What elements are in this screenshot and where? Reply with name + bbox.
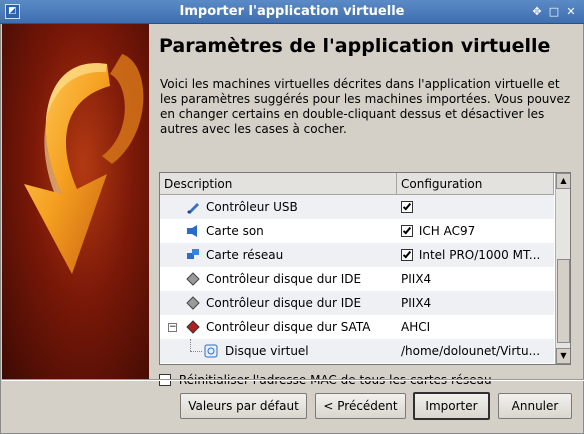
window-title: Importer l'application virtuelle	[179, 4, 405, 19]
table-row[interactable]: − Contrôleur disque dur SATA AHCI	[160, 315, 554, 339]
cancel-button[interactable]: Annuler	[498, 393, 572, 419]
title-bar: ◩ Importer l'application virtuelle ✥ □ ✕	[0, 0, 584, 24]
table-header: Description Configuration	[160, 173, 554, 195]
ide-controller-icon	[186, 272, 200, 286]
scroll-up-icon[interactable]: ▲	[556, 173, 570, 189]
table-row[interactable]: Contrôleur USB	[160, 195, 554, 219]
row-value: Intel PRO/1000 MT...	[418, 248, 541, 262]
row-value: AHCI	[401, 320, 431, 334]
defaults-button[interactable]: Valeurs par défaut	[180, 393, 307, 419]
wizard-banner	[2, 24, 149, 379]
scrollbar-thumb[interactable]	[557, 259, 570, 343]
table-row[interactable]: Carte réseau Intel PRO/1000 MT...	[160, 243, 554, 267]
page-description: Voici les machines virtuelles décrites d…	[160, 77, 571, 136]
virtual-disk-icon	[204, 344, 218, 358]
row-value: PIIX4	[401, 296, 432, 310]
restore-icon[interactable]: □	[547, 5, 561, 19]
network-card-icon	[187, 249, 199, 259]
ide-controller-icon	[186, 296, 200, 310]
up-arrow-icon[interactable]: ✥	[530, 5, 544, 19]
tree-line	[190, 339, 191, 351]
table-row[interactable]: Carte son ICH AC97	[160, 219, 554, 243]
column-header-configuration[interactable]: Configuration	[397, 173, 554, 195]
column-header-description[interactable]: Description	[160, 173, 397, 195]
row-checkbox[interactable]	[401, 201, 413, 213]
table-row[interactable]: Contrôleur disque dur IDE PIIX4	[160, 291, 554, 315]
usb-icon	[187, 203, 199, 214]
row-checkbox[interactable]	[401, 249, 413, 261]
row-label: Contrôleur disque dur IDE	[206, 272, 362, 286]
dialog-frame: Paramètres de l'application virtuelle Vo…	[0, 24, 584, 434]
import-button[interactable]: Importer	[413, 392, 490, 420]
row-checkbox[interactable]	[401, 225, 413, 237]
table-row[interactable]: Disque virtuel /home/dolounet/Virtu...	[160, 339, 554, 363]
row-label: Contrôleur USB	[206, 200, 298, 214]
row-label: Contrôleur disque dur IDE	[206, 296, 362, 310]
appliance-settings-table[interactable]: Description Configuration Contrôleur USB	[159, 172, 571, 365]
sata-controller-icon	[186, 320, 200, 334]
page-title: Paramètres de l'application virtuelle	[159, 35, 551, 57]
row-label: Disque virtuel	[225, 344, 309, 358]
close-icon[interactable]: ✕	[564, 5, 578, 19]
tree-line	[190, 351, 202, 352]
row-value: ICH AC97	[418, 224, 476, 238]
row-value: PIIX4	[401, 272, 432, 286]
table-row[interactable]: Contrôleur disque dur IDE PIIX4	[160, 267, 554, 291]
row-label: Contrôleur disque dur SATA	[206, 320, 371, 334]
row-label: Carte son	[206, 224, 264, 238]
row-label: Carte réseau	[206, 248, 284, 262]
scroll-down-icon[interactable]: ▼	[556, 348, 570, 364]
vertical-scrollbar[interactable]: ▲ ▼	[555, 173, 570, 364]
button-separator	[2, 379, 584, 381]
row-value: /home/dolounet/Virtu...	[401, 344, 541, 358]
previous-button[interactable]: < Précédent	[315, 393, 406, 419]
tree-collapse-icon[interactable]: −	[168, 323, 177, 332]
sound-card-icon	[187, 225, 197, 237]
import-arrow-icon	[24, 54, 144, 274]
